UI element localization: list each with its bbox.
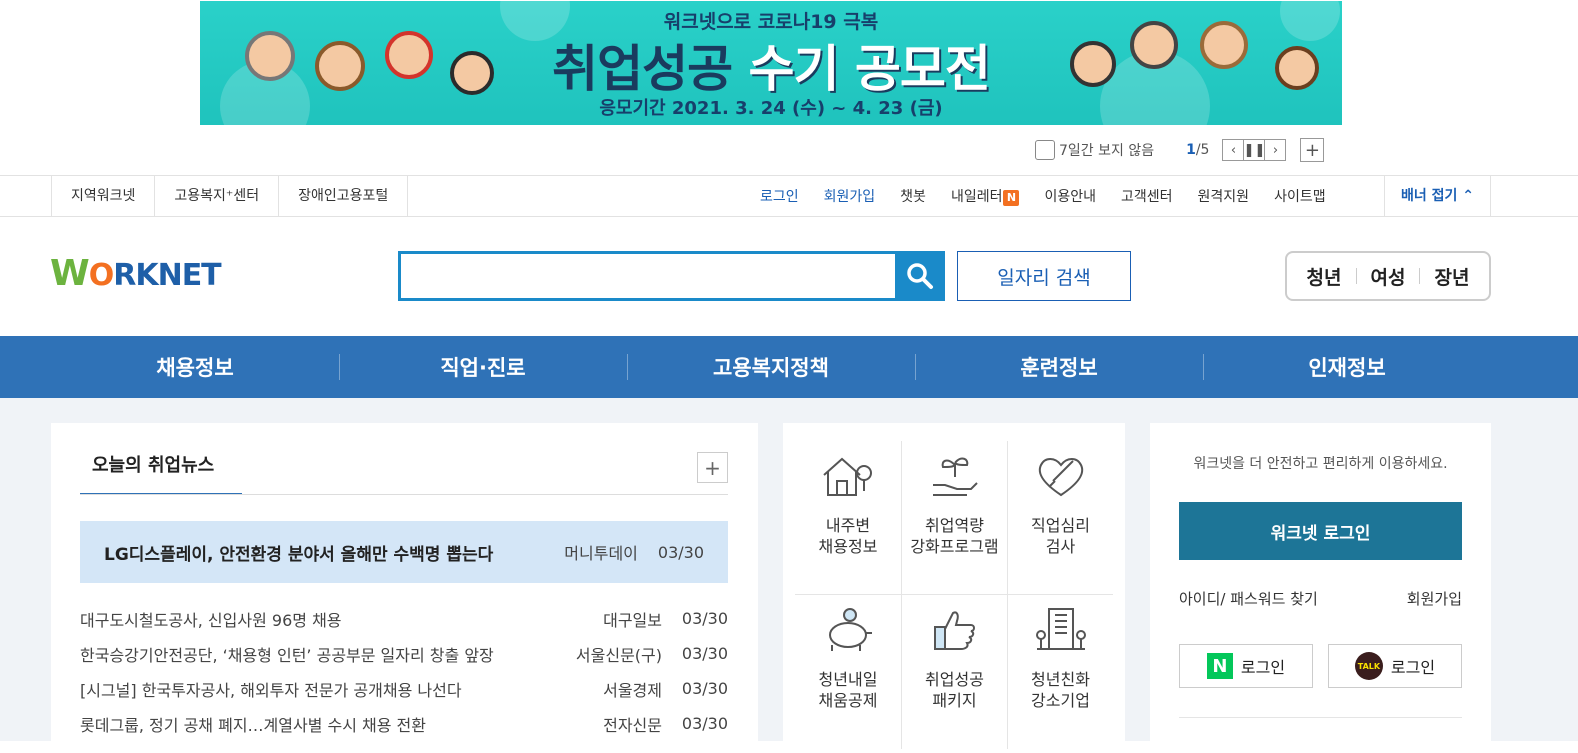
list-item[interactable]: 대구도시철도공사, 신입사원 96명 채용 대구일보 03/30 xyxy=(80,601,728,636)
highlight-news[interactable]: LG디스플레이, 안전환경 분야서 올해만 수백명 뽑는다 머니투데이 03/3… xyxy=(80,521,728,583)
banner-more-button[interactable]: + xyxy=(1300,138,1325,162)
fold-banner-button[interactable]: 배너 접기 ⌃ xyxy=(1384,176,1491,216)
join-link-panel[interactable]: 회원가입 xyxy=(1407,588,1462,609)
search-input[interactable] xyxy=(401,254,891,298)
search-box xyxy=(398,251,945,301)
banner-controls: 7일간 보지 않음 1/5 ‹ ❚❚ › + xyxy=(1035,137,1325,163)
sprout-hand-icon xyxy=(932,457,978,496)
chatbot-link[interactable]: 챗봇 xyxy=(900,186,926,206)
pause-banner-button[interactable]: ❚❚ xyxy=(1243,139,1266,161)
letter-link[interactable]: 내일레터 N xyxy=(951,186,1020,206)
banner-title: 취업성공 수기 공모전 xyxy=(552,40,991,98)
link-employment-welfare-center[interactable]: 고용복지⁺센터 xyxy=(155,176,280,216)
women-link[interactable]: 여성 xyxy=(1371,263,1406,290)
service-nearby-jobs[interactable]: 내주변 채용정보 xyxy=(795,441,901,595)
promo-banner[interactable]: 워크넷으로 코로나19 극복 취업성공 수기 공모전 응모기간 2021. 3.… xyxy=(200,1,1342,125)
search-button[interactable] xyxy=(895,251,945,301)
piggy-bank-icon xyxy=(829,608,872,651)
news-list: 대구도시철도공사, 신입사원 96명 채용 대구일보 03/30 한국승강기안전공단… xyxy=(80,601,728,741)
service-youth-savings[interactable]: 청년내일 채움공제 xyxy=(795,595,901,749)
worknet-logo[interactable]: WORKNET xyxy=(50,253,222,294)
tab-employment-news[interactable]: 오늘의 취업뉴스 xyxy=(80,448,242,495)
naver-icon: N xyxy=(1206,653,1233,679)
nav-talent[interactable]: 인재정보 xyxy=(1203,336,1491,398)
link-local-worknet[interactable]: 지역워크넷 xyxy=(52,176,156,216)
hide-7days-label[interactable]: 7일간 보지 않음 xyxy=(1059,140,1154,160)
building-icon xyxy=(1035,608,1086,650)
guide-link[interactable]: 이용안내 xyxy=(1044,186,1096,206)
list-item[interactable]: [시그널] 한국투자공사, 해외투자 전문가 공개채용 나선다 서울경제 03/30 xyxy=(80,671,728,706)
heart-check-icon xyxy=(1038,458,1083,497)
kakao-login-button[interactable]: TALK 로그인 xyxy=(1328,644,1462,688)
new-badge: N xyxy=(1003,190,1020,206)
nav-recruitment[interactable]: 채용정보 xyxy=(51,336,339,398)
banner-period: 응모기간 2021. 3. 24 (수) ~ 4. 23 (금) xyxy=(599,98,943,119)
link-disabled-employment-portal[interactable]: 장애인고용포털 xyxy=(279,176,409,216)
news-title: LG디스플레이, 안전환경 분야서 올해만 수백명 뽑는다 xyxy=(104,544,494,565)
next-banner-button[interactable]: › xyxy=(1264,139,1287,161)
service-small-giant[interactable]: 청년친화 강소기업 xyxy=(1007,595,1113,749)
senior-link[interactable]: 장년 xyxy=(1434,263,1469,290)
remote-support-link[interactable]: 원격지원 xyxy=(1198,186,1250,206)
banner-pagination: 1/5 xyxy=(1186,142,1210,158)
list-item[interactable]: 롯데그룹, 정기 공채 폐지…계열사별 수시 채용 전환 전자신문 03/30 xyxy=(80,706,728,741)
sitemap-link[interactable]: 사이트맵 xyxy=(1274,186,1326,206)
login-panel: 워크넷을 더 안전하고 편리하게 이용하세요. 워크넷 로그인 아이디/ 패스워… xyxy=(1150,423,1491,753)
customer-center-link[interactable]: 고객센터 xyxy=(1121,186,1173,206)
join-link[interactable]: 회원가입 xyxy=(824,186,876,206)
news-source: 머니투데이 xyxy=(564,544,638,563)
nav-training[interactable]: 훈련정보 xyxy=(915,336,1203,398)
thumbs-up-icon xyxy=(933,611,975,650)
hide-7days-checkbox[interactable] xyxy=(1035,140,1055,160)
nav-welfare-policy[interactable]: 고용복지정책 xyxy=(627,336,915,398)
login-message: 워크넷을 더 안전하고 편리하게 이용하세요. xyxy=(1193,456,1448,472)
main-content: 오늘의 취업뉴스 + LG디스플레이, 안전환경 분야서 올해만 수백명 뽑는다… xyxy=(0,398,1578,753)
news-more-button[interactable]: + xyxy=(697,452,728,483)
naver-login-button[interactable]: N 로그인 xyxy=(1179,644,1313,688)
service-competency-program[interactable]: 취업역량 강화프로그램 xyxy=(901,441,1007,595)
nav-career[interactable]: 직업·진로 xyxy=(339,336,627,398)
family-site-links: 지역워크넷 고용복지⁺센터 장애인고용포털 xyxy=(51,176,409,216)
utility-links: 로그인 회원가입 챗봇 내일레터 N 이용안내 고객센터 원격지원 사이트맵 xyxy=(760,176,1351,216)
main-navigation: 채용정보 직업·진로 고용복지정책 훈련정보 인재정보 xyxy=(0,336,1578,398)
job-search-button[interactable]: 일자리 검색 xyxy=(957,251,1131,301)
youth-link[interactable]: 청년 xyxy=(1307,263,1342,290)
find-id-password-link[interactable]: 아이디/ 패스워드 찾기 xyxy=(1179,588,1318,609)
news-date: 03/30 xyxy=(657,542,704,562)
service-psych-test[interactable]: 직업심리 검사 xyxy=(1007,441,1113,595)
list-item[interactable]: 한국승강기안전공단, ‘채용형 인턴’ 공공부문 일자리 창출 앞장 서울신문(구… xyxy=(80,636,728,671)
quick-services: 내주변 채용정보 취업역량 강화프로그램 직업심리 검사 청년내일 채움공제 취업성공 패… xyxy=(783,423,1125,753)
chevron-up-icon: ⌃ xyxy=(1462,188,1474,204)
login-link[interactable]: 로그인 xyxy=(760,186,799,206)
house-location-icon xyxy=(823,457,872,496)
news-panel: 오늘의 취업뉴스 + LG디스플레이, 안전환경 분야서 올해만 수백명 뽑는다… xyxy=(51,423,758,753)
target-group-selector: 청년 여성 장년 xyxy=(1285,251,1491,301)
worknet-login-button[interactable]: 워크넷 로그인 xyxy=(1179,502,1462,560)
service-success-package[interactable]: 취업성공 패키지 xyxy=(901,595,1007,749)
search-icon xyxy=(907,263,933,289)
prev-banner-button[interactable]: ‹ xyxy=(1222,139,1245,161)
utility-bar: 지역워크넷 고용복지⁺센터 장애인고용포털 로그인 회원가입 챗봇 내일레터 N … xyxy=(0,175,1578,217)
kakao-talk-icon: TALK xyxy=(1354,652,1383,680)
